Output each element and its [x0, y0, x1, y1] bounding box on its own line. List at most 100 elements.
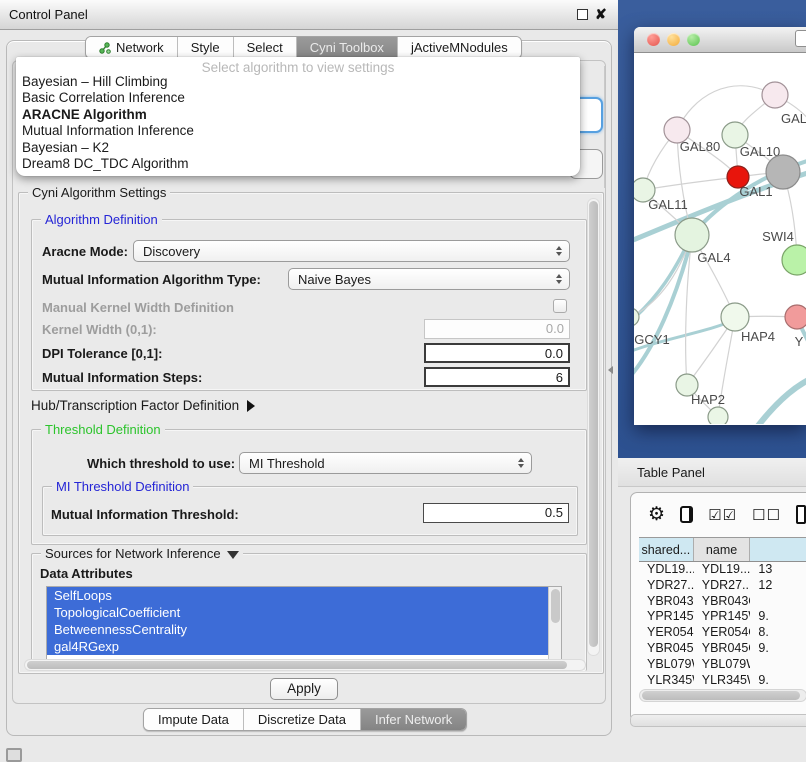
- settings-horizontal-scrollbar[interactable]: [24, 659, 586, 671]
- table-cell: YDL19...: [694, 562, 751, 578]
- cyni-algorithm-settings-group: Cyni Algorithm Settings Algorithm Defini…: [18, 192, 604, 674]
- node-label: Y: [795, 334, 804, 349]
- sources-group: Sources for Network Inference Data Attri…: [31, 553, 587, 671]
- table-cell: 12: [750, 578, 806, 594]
- column-header-shared...[interactable]: shared...: [639, 538, 694, 561]
- table-cell: [750, 657, 806, 673]
- network-overview-toggle[interactable]: [795, 30, 806, 47]
- algorithm-option[interactable]: Mutual Information Inference: [16, 123, 580, 139]
- apply-button[interactable]: Apply: [270, 678, 338, 700]
- table-row[interactable]: YBR043CYBR043C: [639, 594, 806, 610]
- table-row[interactable]: YBL079WYBL079W: [639, 657, 806, 673]
- panel-splitter-handle[interactable]: [608, 366, 613, 374]
- node-attribute-table: shared...nameYDL19...YDL19...13YDR27...Y…: [639, 537, 806, 695]
- mi-steps-input[interactable]: 6: [424, 367, 570, 387]
- combo-stepper-icon: [553, 246, 569, 256]
- kernel-width-label: Kernel Width (0,1):: [42, 322, 157, 337]
- algorithm-option[interactable]: ARACNE Algorithm: [16, 107, 580, 123]
- column-header-name[interactable]: name: [694, 538, 751, 561]
- table-horizontal-scrollbar[interactable]: [639, 689, 806, 702]
- table-row[interactable]: YDR27...YDR27...12: [639, 578, 806, 594]
- data-attribute-item[interactable]: gal4RGexp: [47, 638, 561, 655]
- network-window-titlebar[interactable]: [634, 27, 806, 53]
- tab-style[interactable]: Style: [178, 37, 234, 58]
- manual-kernel-width-checkbox[interactable]: [553, 299, 567, 313]
- table-cell: YBR043C: [639, 594, 694, 610]
- zoom-window-icon[interactable]: [687, 33, 700, 46]
- tab-network[interactable]: Network: [86, 37, 178, 58]
- mi-algorithm-type-combobox[interactable]: Naive Bayes: [288, 268, 570, 290]
- table-row[interactable]: YLR345WYLR345W9.: [639, 673, 806, 689]
- node-label: GAL10: [740, 144, 780, 159]
- aracne-mode-combobox[interactable]: Discovery: [133, 240, 570, 262]
- which-threshold-combobox[interactable]: MI Threshold: [239, 452, 532, 474]
- node-label: GAL80: [680, 139, 720, 154]
- table-row[interactable]: YPR145WYPR145W9.: [639, 609, 806, 625]
- float-window-icon[interactable]: [577, 9, 588, 20]
- tab-infer-network[interactable]: Infer Network: [361, 709, 466, 730]
- node-label: SWI4: [762, 229, 794, 244]
- attributes-scrollbar[interactable]: [548, 587, 561, 662]
- table-cell: YPR145W: [639, 609, 694, 625]
- settings-gear-icon[interactable]: ⚙: [648, 505, 665, 524]
- mi-threshold-definition-title: MI Threshold Definition: [52, 479, 193, 494]
- node-label: GAL: [781, 111, 806, 126]
- collapsed-status-strip: [630, 714, 806, 727]
- network-node[interactable]: [766, 155, 800, 189]
- select-all-icon[interactable]: ☑☑: [708, 506, 737, 524]
- network-node-swi4[interactable]: [782, 245, 806, 275]
- network-node-gcy1[interactable]: [634, 308, 639, 326]
- network-edge: [677, 86, 775, 130]
- export-table-icon[interactable]: [796, 505, 806, 524]
- network-node[interactable]: [708, 407, 728, 424]
- tab-jactivemnodules[interactable]: jActiveMNodules: [398, 37, 521, 58]
- table-row[interactable]: YDL19...YDL19...13: [639, 562, 806, 578]
- data-attributes-list[interactable]: SelfLoopsTopologicalCoefficientBetweenne…: [46, 586, 562, 662]
- table-cell: YER054C: [694, 625, 751, 641]
- table-row[interactable]: YER054CYER054C8.: [639, 625, 806, 641]
- data-attribute-item[interactable]: SelfLoops: [47, 587, 561, 604]
- sources-group-title[interactable]: Sources for Network Inference: [41, 546, 243, 561]
- mi-threshold-definition-group: MI Threshold Definition Mutual Informati…: [42, 486, 578, 536]
- algorithm-option[interactable]: Bayesian – Hill Climbing: [16, 74, 580, 90]
- close-window-icon[interactable]: [647, 33, 660, 46]
- algorithm-option[interactable]: Basic Correlation Inference: [16, 90, 580, 106]
- column-header-hidden[interactable]: [750, 538, 806, 561]
- tab-cyni-toolbox[interactable]: Cyni Toolbox: [297, 37, 398, 58]
- settings-vertical-scrollbar[interactable]: [587, 198, 600, 656]
- close-panel-icon[interactable]: ✘: [595, 7, 609, 21]
- deselect-all-icon[interactable]: ☐☐: [752, 506, 781, 524]
- mi-threshold-input[interactable]: 0.5: [423, 503, 569, 523]
- node-label: GAL1: [739, 184, 772, 199]
- aracne-mode-value: Discovery: [134, 244, 553, 259]
- data-attribute-item[interactable]: TopologicalCoefficient: [47, 604, 561, 621]
- tab-label: Select: [247, 40, 283, 55]
- tab-select[interactable]: Select: [234, 37, 297, 58]
- kernel-width-input[interactable]: 0.0: [424, 319, 570, 339]
- split-columns-icon[interactable]: [680, 506, 693, 523]
- cytoscape-app: { "colors": { "selection_blue": "#3d6cd7…: [0, 0, 806, 762]
- minimize-window-icon[interactable]: [667, 33, 680, 46]
- network-canvas[interactable]: GALGAL80GAL10GAL1GAL11GAL4SWI4GCY1HAP4YH…: [634, 53, 806, 424]
- network-node-hap4[interactable]: [721, 303, 749, 331]
- network-node-gal4[interactable]: [675, 218, 709, 252]
- tab-discretize-data[interactable]: Discretize Data: [244, 709, 361, 730]
- algorithm-popup-placeholder: Select algorithm to view settings: [16, 57, 580, 74]
- algorithm-option[interactable]: Dream8 DC_TDC Algorithm: [16, 156, 580, 172]
- network-node-gal[interactable]: [762, 82, 788, 108]
- network-node-y[interactable]: [785, 305, 806, 329]
- table-panel-titlebar: Table Panel: [618, 458, 806, 487]
- node-label: GAL4: [697, 250, 730, 265]
- threshold-definition-group: Threshold Definition Which threshold to …: [31, 429, 587, 545]
- tab-impute-data[interactable]: Impute Data: [144, 709, 244, 730]
- minimized-panel-icon[interactable]: [6, 748, 22, 762]
- hub-definition-expander[interactable]: Hub/Transcription Factor Definition: [31, 398, 255, 413]
- table-panel-title: Table Panel: [637, 465, 705, 480]
- algorithm-option[interactable]: Bayesian – K2: [16, 140, 580, 156]
- network-icon: [99, 42, 111, 54]
- table-cell: YER054C: [639, 625, 694, 641]
- data-attribute-item[interactable]: BetweennessCentrality: [47, 621, 561, 638]
- table-row[interactable]: YBR045CYBR045C9.: [639, 641, 806, 657]
- dpi-tolerance-input[interactable]: 0.0: [424, 343, 570, 363]
- network-edge: [754, 375, 806, 424]
